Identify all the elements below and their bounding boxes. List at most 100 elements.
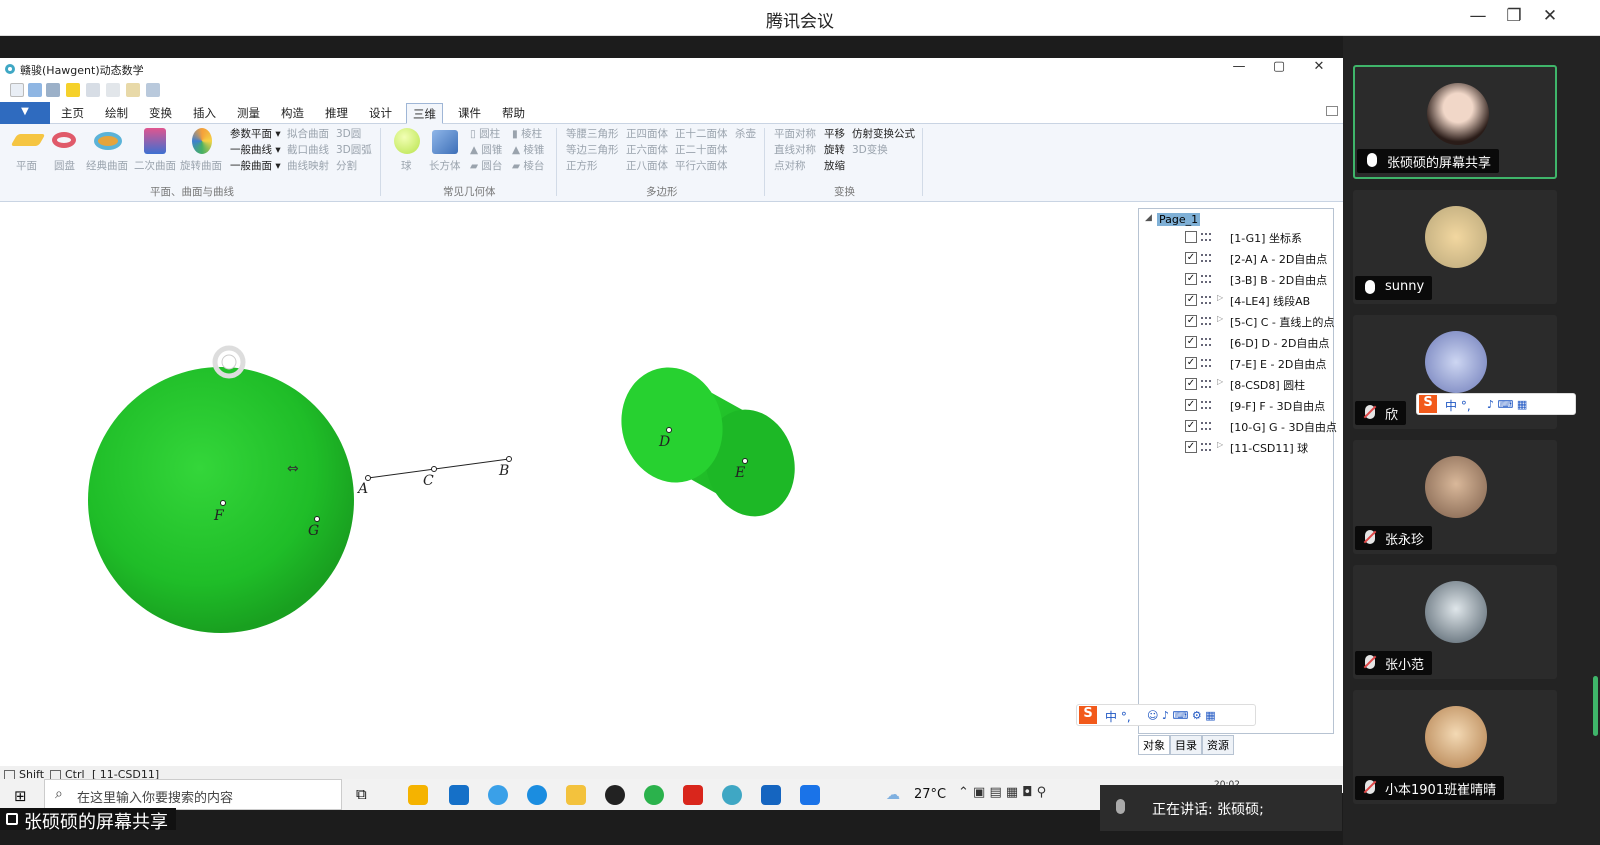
tray-icons[interactable]: ⌃ ▣ ▤ ▦ ◘ ⚲ [958,785,1046,800]
plane-icon[interactable] [10,134,46,146]
tree-item[interactable]: ✓ [2-A] A - 2D自由点 [1185,250,1335,266]
tree-item[interactable]: ✓ [6-D] D - 2D自由点 [1185,334,1335,350]
edge-app-icon[interactable] [527,785,547,805]
menu-param-plane[interactable]: 参数平面 ▾ [230,126,281,141]
btn-section-curve[interactable]: 截口曲线 [287,142,329,157]
btn-affine-formula[interactable]: 仿射变换公式 [852,126,915,141]
btn-frustum[interactable]: ▰ 圆台 [470,158,502,173]
btn-equilateral[interactable]: 等边三角形 [566,142,619,157]
ie-app-icon[interactable] [488,785,508,805]
restore-icon[interactable]: ❐ [1496,6,1532,26]
disk-icon[interactable] [52,132,76,148]
visibility-checkbox[interactable]: ✓ [1185,357,1197,369]
revolution-surface-icon[interactable] [192,128,212,154]
task-view-icon[interactable]: ⧉ [356,785,367,803]
meeting-app-icon[interactable] [800,785,820,805]
btn-split[interactable]: 分割 [336,158,357,173]
tab-courseware[interactable]: 课件 [452,105,487,124]
brush-icon[interactable] [86,83,100,97]
menu-general-curve[interactable]: 一般曲线 ▾ [230,142,281,157]
point-f[interactable] [220,500,226,506]
point-b[interactable] [506,456,512,462]
ime-float-mode[interactable]: 中 °, [1445,397,1471,414]
visibility-checkbox[interactable] [1185,231,1197,243]
point-g[interactable] [314,516,320,522]
tab-reason[interactable]: 推理 [319,105,354,124]
wechat-app-icon[interactable] [644,785,664,805]
app-restore-icon[interactable]: ▢ [1266,59,1292,74]
visibility-checkbox[interactable]: ✓ [1185,273,1197,285]
close-icon[interactable]: ✕ [1532,6,1568,26]
new-file-icon[interactable] [10,83,24,97]
tab-3d[interactable]: 三维 [406,103,443,124]
participant-tile[interactable]: sunny [1353,190,1557,304]
edit-icon[interactable] [126,83,140,97]
visibility-checkbox[interactable]: ✓ [1185,441,1197,453]
btn-3d-circle[interactable]: 3D圆 [336,126,361,141]
tree-item[interactable]: [1-G1] 坐标系 [1185,229,1335,245]
btn-point-symmetry[interactable]: 点对称 [774,158,806,173]
tree-root-page[interactable]: Page_1 [1157,213,1201,226]
btn-fit-surface[interactable]: 拟合曲面 [287,126,329,141]
quadric-surface-icon[interactable] [144,128,166,154]
participant-tile[interactable]: 张小范 [1353,565,1557,679]
cuboid-tool-icon[interactable] [432,130,458,154]
book-icon[interactable] [1326,106,1338,116]
visibility-checkbox[interactable]: ✓ [1185,420,1197,432]
btn-tetrahedron[interactable]: 正四面体 [626,126,668,141]
explorer-app-icon[interactable] [566,785,586,805]
classic-surface-icon[interactable] [94,132,122,150]
mail-app-icon[interactable] [449,785,469,805]
btn-classic-surface[interactable]: 经典曲面 [86,158,128,173]
tab-design[interactable]: 设计 [363,105,398,124]
cylinder[interactable] [609,356,807,527]
participant-tile[interactable]: 小本1901班崔晴晴 [1353,690,1557,804]
file-menu-button[interactable]: ▼ [0,102,50,124]
point-a[interactable] [365,475,371,481]
wps-app-icon[interactable] [683,785,703,805]
btn-line-symmetry[interactable]: 直线对称 [774,142,816,157]
taskbar-search[interactable]: ⌕ 在这里输入你要搜索的内容 [44,779,342,810]
tree-item[interactable]: ✓ [3-B] B - 2D自由点 [1185,271,1335,287]
tab-resources[interactable]: 资源 [1202,735,1234,755]
btn-revolution-surface[interactable]: 旋转曲面 [180,158,222,173]
am-app-icon[interactable] [761,785,781,805]
windows-start-icon[interactable]: ⊞ [14,787,27,805]
visibility-checkbox[interactable]: ✓ [1185,336,1197,348]
expand-icon[interactable]: ▷ [1217,440,1223,449]
btn-3d-transform[interactable]: 3D变换 [852,142,888,157]
btn-scale[interactable]: 放缩 [824,158,845,173]
visibility-checkbox[interactable]: ✓ [1185,252,1197,264]
btn-isosceles[interactable]: 等腰三角形 [566,126,619,141]
rss-app-icon[interactable] [408,785,428,805]
window-icon[interactable] [146,83,160,97]
tree-item[interactable]: ✓ ▷ [4-LE4] 线段AB [1185,292,1335,308]
open-file-icon[interactable] [28,83,42,97]
btn-dodecahedron[interactable]: 正十二面体 [675,126,728,141]
sogou-icon[interactable]: S [1079,706,1097,724]
app-close-icon[interactable]: ✕ [1306,59,1332,74]
visibility-checkbox[interactable]: ✓ [1185,378,1197,390]
participant-tile[interactable]: 张硕硕的屏幕共享 [1353,65,1557,179]
ime-toolbar[interactable]: S 中 °, ☺ ♪ ⌨ ⚙ ▦ [1076,704,1256,726]
visibility-checkbox[interactable]: ✓ [1185,294,1197,306]
sidebar-scrollbar[interactable] [1593,676,1598,736]
tree-item[interactable]: ✓ [9-F] F - 3D自由点 [1185,397,1335,413]
btn-octahedron[interactable]: 正八面体 [626,158,668,173]
tree-item[interactable]: ✓ ▷ [5-C] C - 直线上的点 [1185,313,1335,329]
tab-construct[interactable]: 构造 [275,105,310,124]
btn-cuboid[interactable]: 长方体 [429,158,461,173]
btn-cylinder[interactable]: ▯ 圆柱 [470,126,500,141]
collapse-icon[interactable]: ◢ [1145,213,1152,223]
app-minimize-icon[interactable]: — [1226,59,1252,74]
expand-icon[interactable]: ▷ [1217,293,1223,302]
minimize-icon[interactable]: — [1460,6,1496,26]
ime-floating-bar[interactable]: S 中 °, ♪ ⌨ ▦ [1416,393,1576,415]
segment-ab[interactable] [367,458,510,479]
save-icon[interactable] [46,83,60,97]
btn-prism[interactable]: ▮ 棱柱 [512,126,542,141]
ime-float-tools-icon[interactable]: ♪ ⌨ ▦ [1487,398,1527,411]
btn-sphere[interactable]: 球 [401,158,412,173]
tab-draw[interactable]: 绘制 [99,105,134,124]
hawgent-app-icon[interactable] [722,785,742,805]
